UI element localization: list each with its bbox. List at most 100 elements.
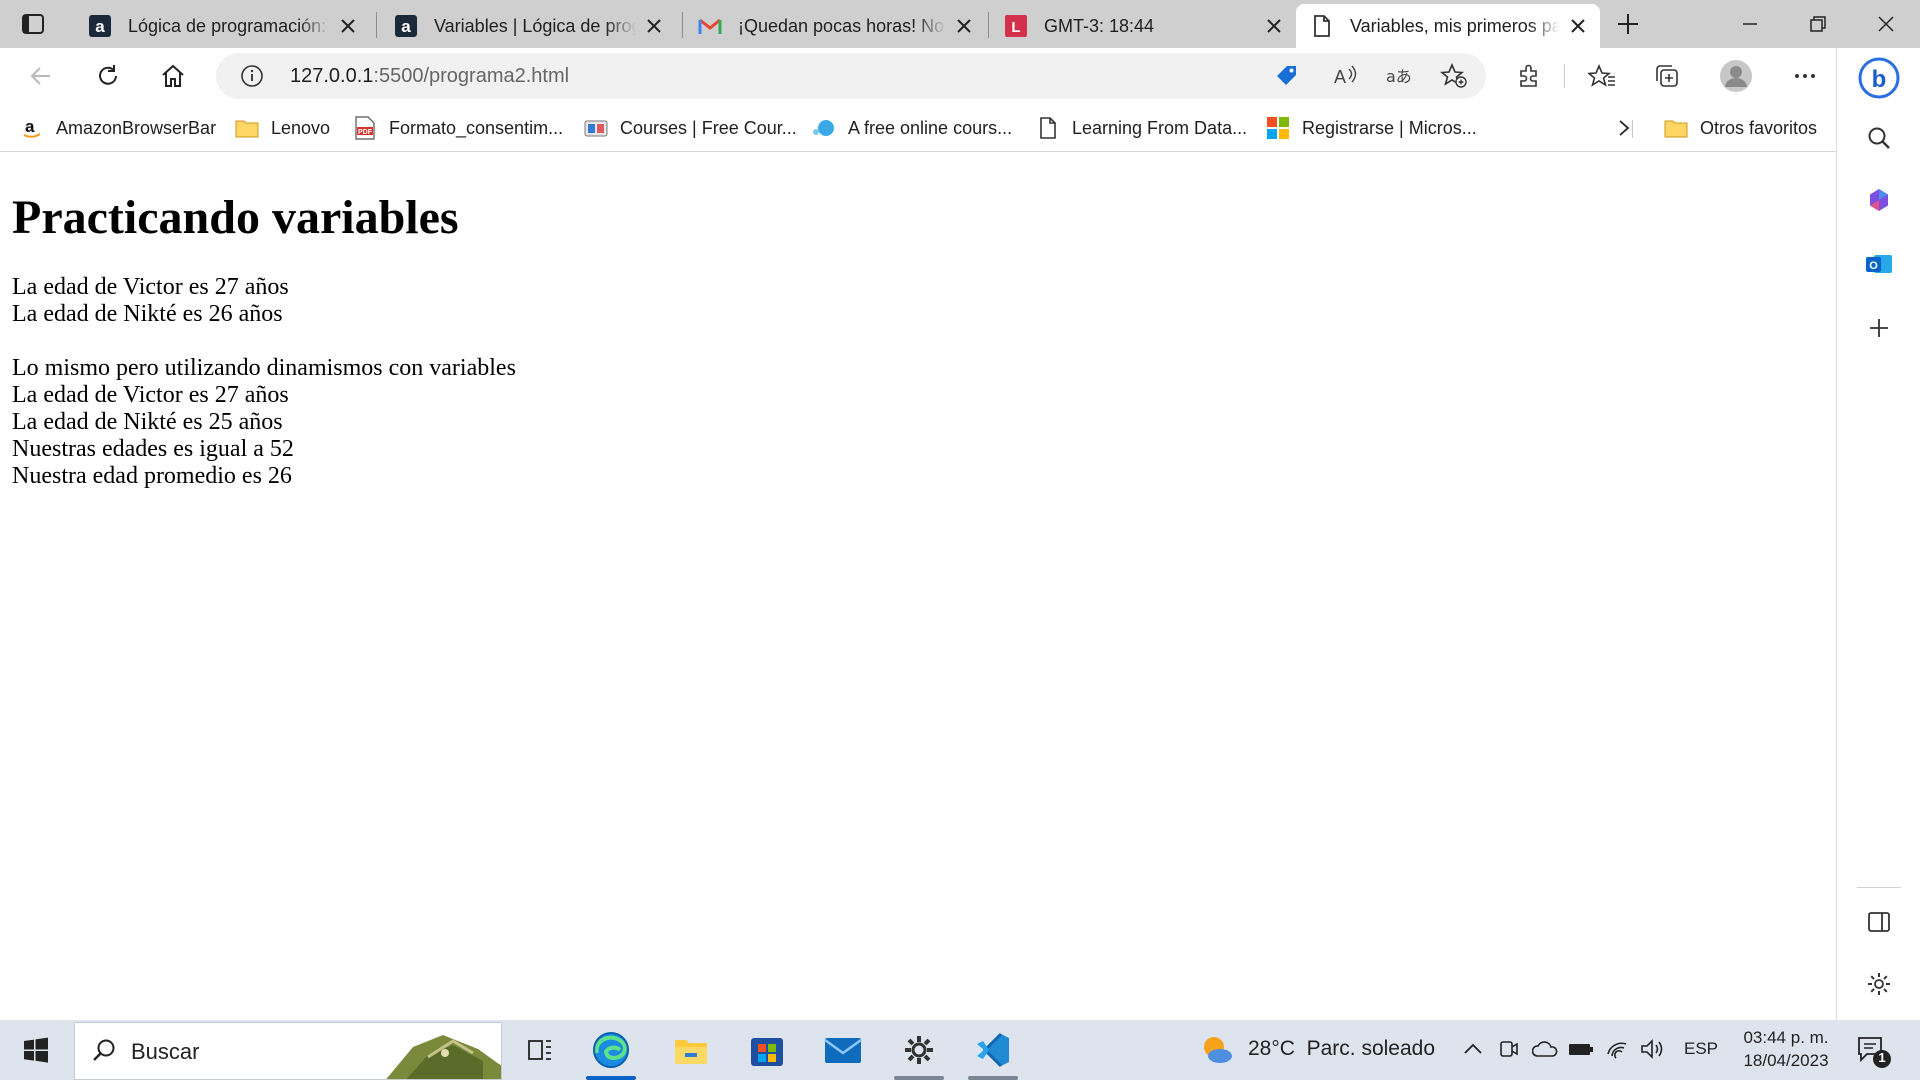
amazon-icon: a	[20, 116, 44, 140]
translate-icon[interactable]: aあ	[1386, 63, 1414, 89]
taskbar-mail[interactable]	[812, 1020, 874, 1080]
close-icon[interactable]	[642, 14, 666, 38]
minimize-icon[interactable]	[1738, 12, 1762, 36]
notification-icon[interactable]: 1	[1856, 1034, 1892, 1070]
onedrive-icon[interactable]	[1532, 1038, 1558, 1060]
text-line: La edad de Nikté es 26 años	[12, 301, 283, 327]
favorite-courses[interactable]: Courses | Free Cour...	[584, 114, 797, 142]
search-icon	[91, 1038, 117, 1064]
weather-icon[interactable]	[1200, 1034, 1234, 1066]
svg-text:a: a	[95, 17, 105, 36]
taskbar-edge[interactable]	[580, 1020, 642, 1080]
tab-actions-icon[interactable]	[20, 12, 46, 36]
profile-avatar[interactable]	[1720, 60, 1752, 92]
favorite-label: Formato_consentim...	[389, 117, 564, 138]
tab-title: Variables, mis primeros pasos	[1350, 15, 1560, 36]
favorite-lenovo[interactable]: Lenovo	[235, 114, 330, 142]
tab-title: Variables | Lógica de programación	[434, 15, 636, 36]
text-line: La edad de Nikté es 25 años	[12, 409, 283, 435]
wifi-icon[interactable]	[1606, 1038, 1630, 1060]
address-bar[interactable]: 127.0.0.1:5500/programa2.html A aあ	[216, 53, 1486, 99]
chevron-up-icon[interactable]	[1462, 1038, 1484, 1060]
taskbar-file-explorer[interactable]	[660, 1020, 722, 1080]
close-icon[interactable]	[336, 14, 360, 38]
close-icon[interactable]	[952, 14, 976, 38]
l-red-icon: L	[1004, 14, 1028, 38]
tab-gmail[interactable]: ¡Quedan pocas horas! No te lo pierdas	[698, 4, 976, 48]
active-indicator	[586, 1076, 636, 1080]
clock[interactable]: 03:44 p. m. 18/04/2023	[1738, 1026, 1834, 1072]
restore-icon[interactable]	[1806, 12, 1830, 36]
taskbar-vscode[interactable]	[962, 1020, 1024, 1080]
meet-now-icon[interactable]	[1498, 1038, 1520, 1060]
favorite-amazon[interactable]: a AmazonBrowserBar	[20, 114, 216, 142]
favorite-learning[interactable]: Learning From Data...	[1036, 114, 1247, 142]
favorite-otros[interactable]: Otros favoritos	[1664, 114, 1817, 142]
close-icon[interactable]	[1566, 14, 1590, 38]
shopping-tag-icon[interactable]	[1274, 63, 1300, 89]
alura-icon: a	[394, 14, 418, 38]
favorite-label: A free online cours...	[848, 117, 1013, 138]
search-placeholder: Buscar	[131, 1039, 200, 1064]
weather-temp: 28°C	[1248, 1037, 1295, 1060]
taskbar-search-box[interactable]: Buscar	[74, 1022, 502, 1080]
tab-logica-programacion[interactable]: a Lógica de programación: Practicando ló…	[88, 4, 360, 48]
hide-sidebar-icon[interactable]	[1863, 906, 1895, 938]
tab-gmt[interactable]: L GMT-3: 18:44	[1004, 4, 1286, 48]
read-aloud-icon[interactable]: A	[1332, 63, 1360, 89]
svg-text:A: A	[1334, 67, 1346, 87]
favorite-registrarse[interactable]: Registrarse | Micros...	[1266, 114, 1477, 142]
extensions-icon[interactable]	[1516, 63, 1542, 89]
taskbar-settings[interactable]	[888, 1020, 950, 1080]
settings-icon[interactable]	[1863, 968, 1895, 1000]
tab-title: Lógica de programación: Practicando lógi…	[128, 15, 330, 36]
pdf-icon: PDF	[353, 116, 377, 140]
outlook-icon[interactable]: O	[1863, 248, 1895, 280]
favorite-label: Otros favoritos	[1700, 117, 1818, 138]
add-favorite-icon[interactable]	[1440, 63, 1468, 89]
refresh-icon[interactable]	[95, 63, 121, 89]
url-text[interactable]: 127.0.0.1:5500/programa2.html	[290, 64, 569, 88]
favorite-formato[interactable]: PDF Formato_consentim...	[353, 114, 563, 142]
home-icon[interactable]	[160, 63, 186, 89]
toolbar-divider	[1564, 64, 1565, 88]
svg-text:O: O	[1869, 260, 1878, 272]
search-icon[interactable]	[1863, 122, 1895, 154]
folder-icon	[1664, 116, 1688, 140]
taskbar-store[interactable]	[736, 1020, 798, 1080]
weather-text[interactable]: 28°C Parc. soleado	[1248, 1037, 1435, 1061]
bing-chat-icon[interactable]: b	[1857, 56, 1901, 100]
tab-variables-active[interactable]: Variables, mis primeros pasos	[1296, 4, 1600, 48]
running-indicator	[894, 1076, 944, 1080]
back-icon[interactable]	[28, 63, 54, 89]
new-tab-icon[interactable]	[1616, 12, 1640, 36]
add-sidebar-icon[interactable]	[1863, 312, 1895, 344]
tab-separator	[988, 12, 989, 38]
browser-toolbar: 127.0.0.1:5500/programa2.html A aあ	[0, 48, 1836, 104]
more-options-icon[interactable]	[1792, 63, 1818, 89]
windows-taskbar: Buscar 28°C Parc. soleado ESP 03:44 p. m…	[0, 1020, 1920, 1080]
page-heading: Practicando variables	[12, 191, 459, 244]
language-indicator[interactable]: ESP	[1684, 1039, 1718, 1059]
svg-text:b: b	[1872, 66, 1887, 93]
courses-icon	[584, 116, 608, 140]
copilot-icon[interactable]	[1863, 184, 1895, 216]
tab-title: ¡Quedan pocas horas! No te lo pierdas	[738, 15, 946, 36]
svg-text:a: a	[25, 117, 35, 136]
favorite-label: Courses | Free Cour...	[620, 117, 797, 138]
tab-separator	[682, 12, 683, 38]
battery-icon[interactable]	[1568, 1038, 1594, 1060]
favorite-free-online[interactable]: A free online cours...	[812, 114, 1012, 142]
site-info-icon[interactable]	[240, 64, 264, 88]
chevron-right-icon[interactable]	[1614, 118, 1634, 138]
close-icon[interactable]	[1262, 14, 1286, 38]
tab-variables-logica[interactable]: a Variables | Lógica de programación	[394, 4, 666, 48]
blue-dot-icon	[812, 116, 836, 140]
favorites-divider	[1632, 120, 1633, 138]
window-close-icon[interactable]	[1874, 12, 1898, 36]
task-view-icon[interactable]	[512, 1020, 568, 1080]
favorites-icon[interactable]	[1588, 63, 1616, 89]
collections-icon[interactable]	[1654, 63, 1680, 89]
start-button[interactable]	[0, 1020, 72, 1080]
volume-icon[interactable]	[1640, 1038, 1666, 1060]
